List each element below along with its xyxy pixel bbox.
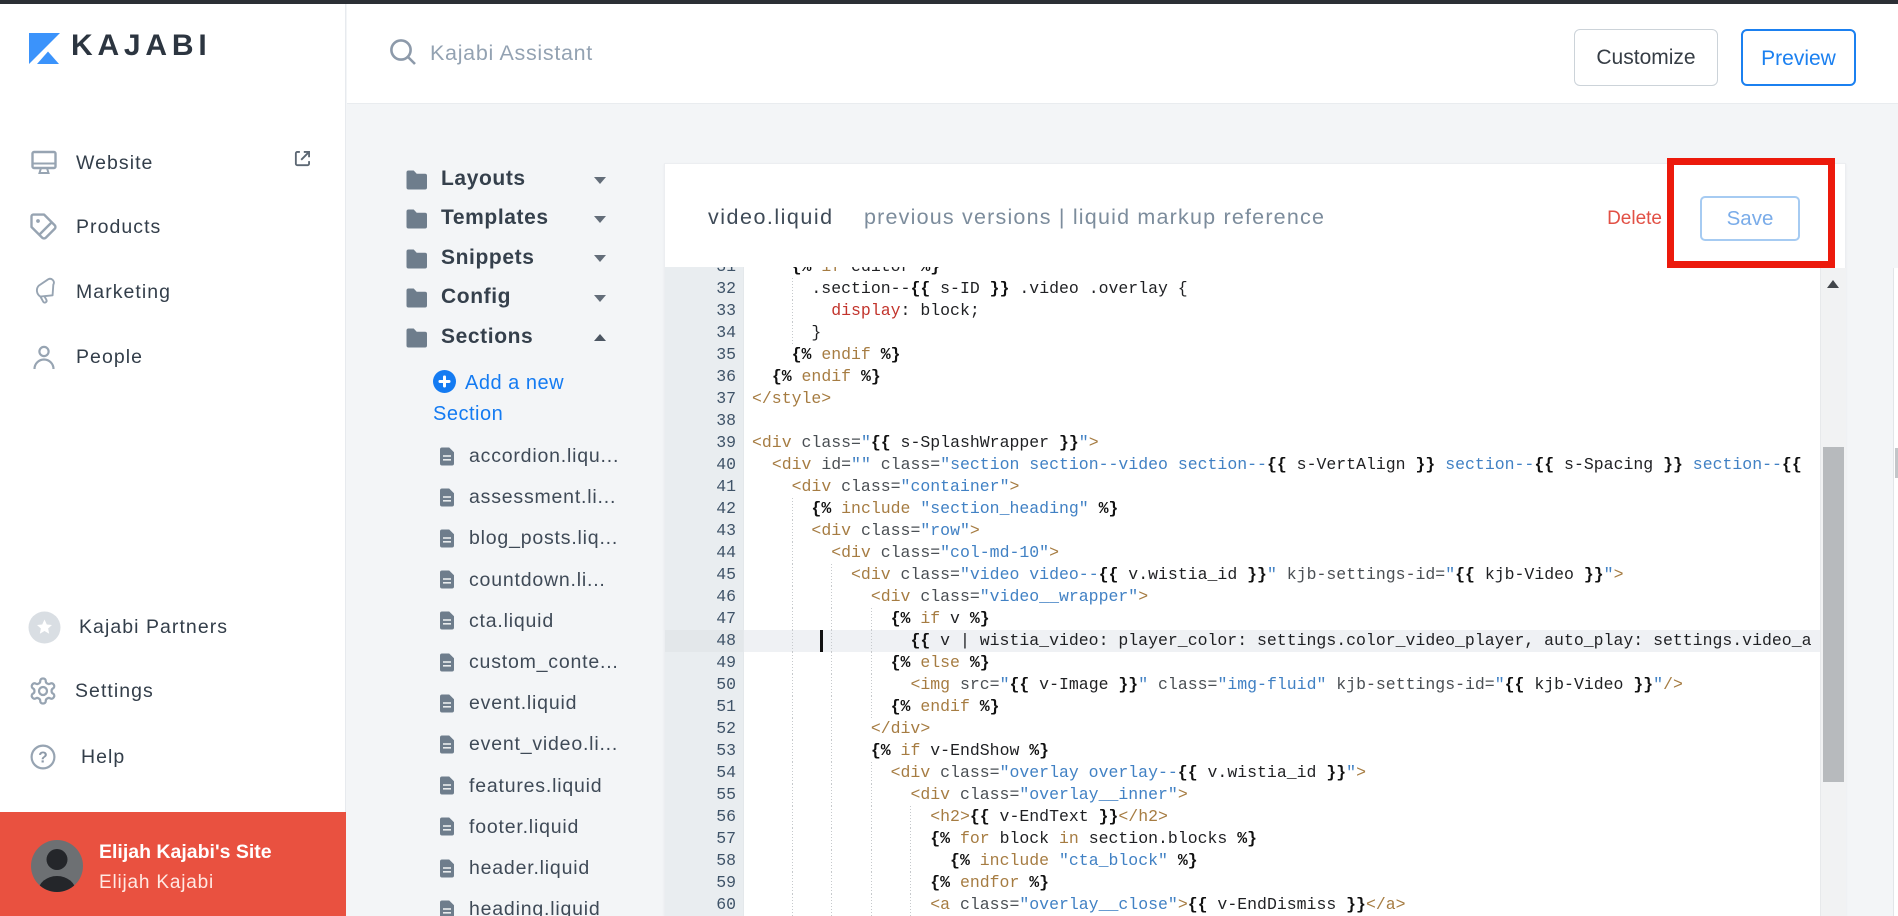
svg-text:?: ? [38,750,47,767]
